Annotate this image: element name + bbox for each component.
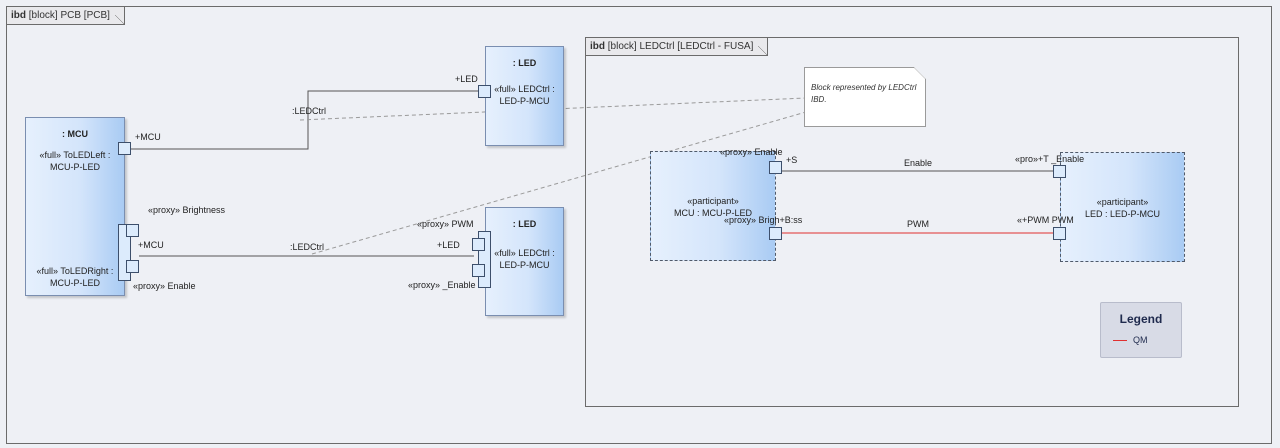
participant-mcu-stereotype: «participant» [687,196,739,206]
led-bottom-block-name: : LED [512,219,537,229]
inner-plus-s-label: +S [786,155,798,165]
inner-proxy-enable-label: «proxy» Enable [720,147,783,157]
diagram-canvas: ibd [block] PCB [PCB] ibd [block] LEDCtr… [0,0,1280,448]
participant-led-port-pwm[interactable] [1053,227,1066,240]
legend-qm-label: QM [1133,335,1148,345]
inner-frame-kind: ibd [590,41,605,52]
led-top-block[interactable]: : LED «full» LEDCtrl : LED-P-MCU [485,46,564,146]
note-text: Block represented by LEDCtrl IBD. [811,83,917,104]
participant-mcu[interactable]: «participant» MCU : MCU-P-LED [650,151,776,261]
led-top-port-label: +LED [455,74,478,84]
participant-mcu-port-brightness[interactable] [769,227,782,240]
mcu-block-name: : MCU [62,129,88,139]
legend-title: Legend [1119,312,1163,326]
connector-bottom-label: :LEDCtrl [290,242,325,252]
mcu-port-top-label: +MCU [135,132,161,142]
connector-top-label: :LEDCtrl [292,106,327,116]
led-bottom-part: «full» LEDCtrl : LED-P-MCU [494,248,555,270]
participant-mcu-port-enable[interactable] [769,161,782,174]
mcu-port-top[interactable] [118,142,131,155]
led-top-block-name: : LED [512,58,537,68]
mcu-part-left: «full» ToLEDLeft : MCU-P-LED [39,150,111,172]
enable-connector-label: Enable [904,158,933,168]
led-bottom-port-enable[interactable] [472,264,485,277]
led-bottom-port-pwm[interactable] [472,238,485,251]
inner-right-bottom-label: «+PWM PWM [1017,215,1074,225]
legend-qm-swatch [1113,340,1127,341]
frame-corner-icon [758,46,769,56]
outer-frame-tab: ibd [block] PCB [PCB] [7,7,125,25]
participant-led-name: LED : LED-P-MCU [1084,209,1160,219]
mcu-port-enable[interactable] [126,260,139,273]
led-top-part: «full» LEDCtrl : LED-P-MCU [494,84,555,106]
outer-frame-kind: ibd [11,10,26,21]
inner-frame-tab: ibd [block] LEDCtrl [LEDCtrl - FUSA] [586,38,769,56]
mcu-port-brightness[interactable] [126,224,139,237]
mcu-block[interactable]: : MCU «full» ToLEDLeft : MCU-P-LED «full… [25,117,125,296]
participant-led-port-enable[interactable] [1053,165,1066,178]
mcu-enable-label: «proxy» Enable [133,281,196,291]
inner-right-top-label: «pro»+T _Enable [1015,154,1085,164]
led-top-port[interactable] [478,85,491,98]
led-bottom-enable-label: «proxy» _Enable [408,280,476,290]
mcu-brightness-label: «proxy» Brightness [148,205,226,215]
participant-led[interactable]: «participant» LED : LED-P-MCU [1060,152,1185,262]
led-bottom-port-label: +LED [437,240,460,250]
led-bottom-block[interactable]: : LED «full» LEDCtrl : LED-P-MCU [485,207,564,316]
mcu-port-bottom-label: +MCU [138,240,164,250]
mcu-part-right: «full» ToLEDRight : MCU-P-LED [36,266,114,288]
inner-frame-label: [block] LEDCtrl [LEDCtrl - FUSA] [607,41,754,52]
inner-proxy-brightness-label: «proxy» Brigh+B:ss [724,215,803,225]
led-bottom-pwm-label: «proxy» PWM [417,219,474,229]
frame-corner-icon [114,15,125,25]
comment-note[interactable]: Block represented by LEDCtrl IBD. [804,67,926,127]
legend: Legend QM [1100,302,1182,358]
outer-frame-label: [block] PCB [PCB] [28,10,110,21]
pwm-connector-label: PWM [907,219,929,229]
participant-led-stereotype: «participant» [1096,197,1149,207]
